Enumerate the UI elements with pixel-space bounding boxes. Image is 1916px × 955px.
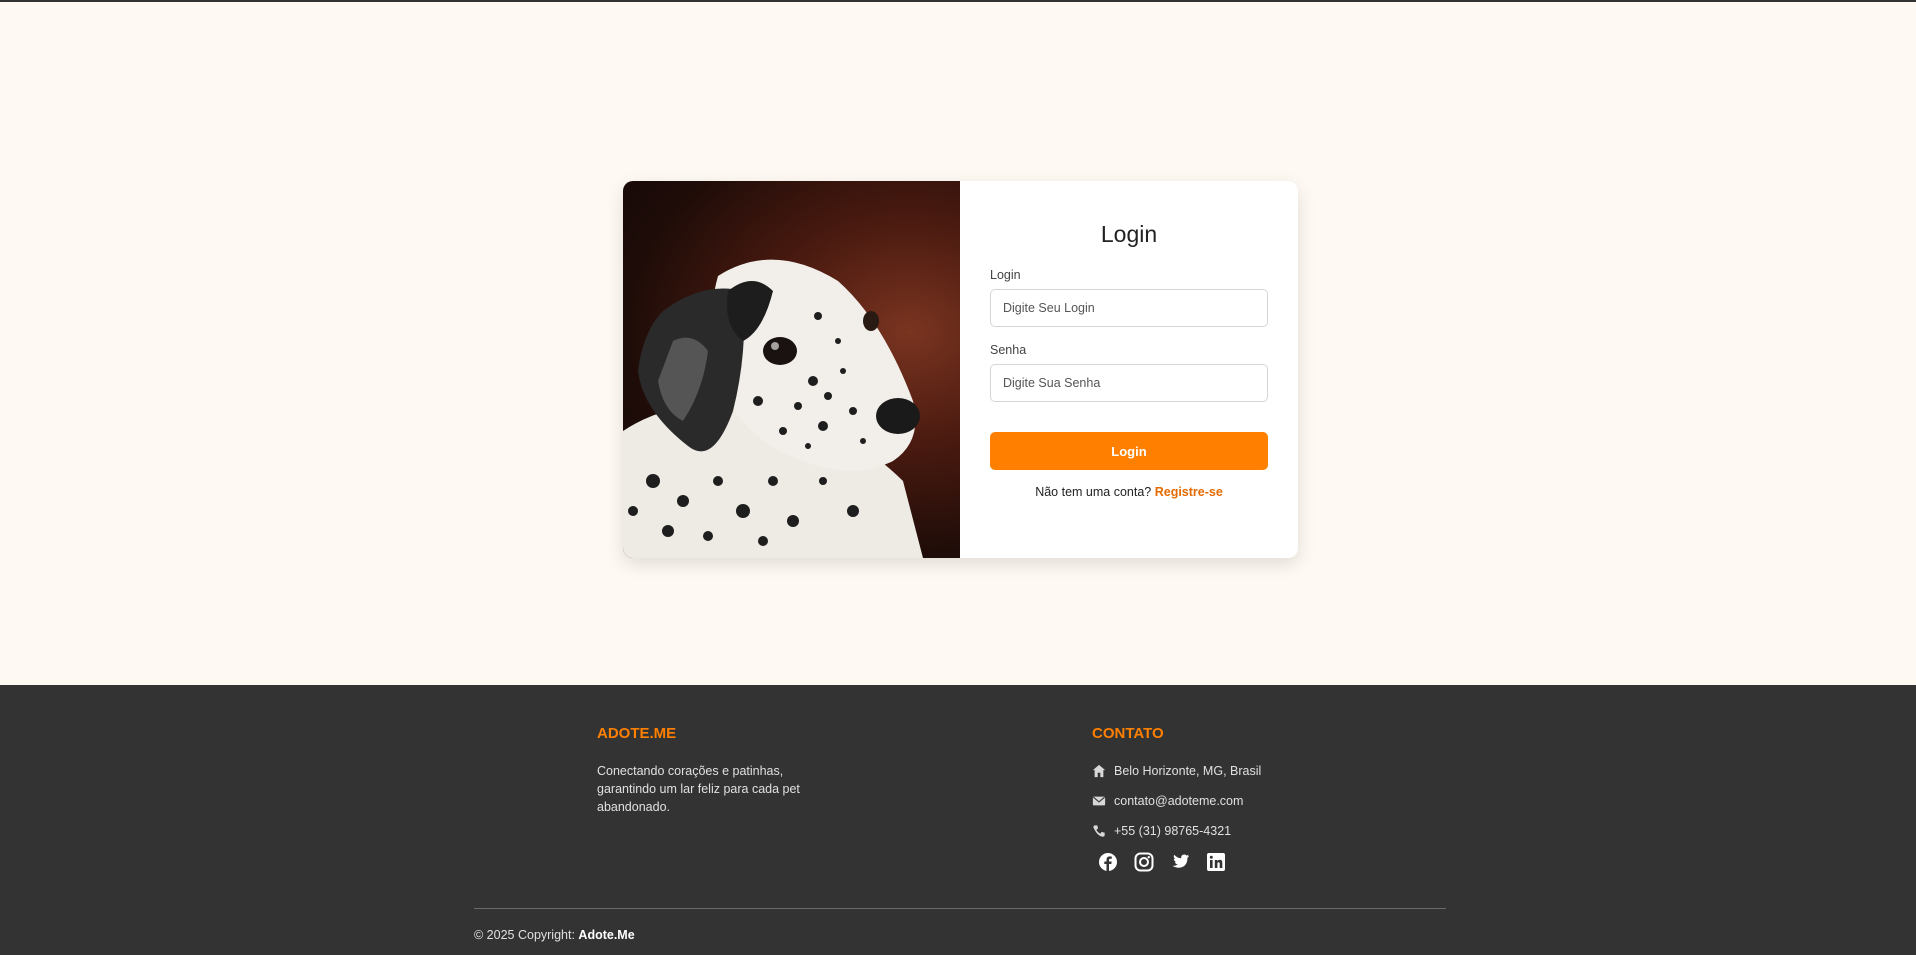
home-icon: [1092, 764, 1106, 778]
copyright: © 2025 Copyright: Adote.Me: [474, 928, 635, 942]
contact-phone-text: +55 (31) 98765-4321: [1114, 824, 1232, 838]
contact-address: Belo Horizonte, MG, Brasil: [1092, 762, 1352, 780]
contact-phone: +55 (31) 98765-4321: [1092, 822, 1352, 840]
no-account-text: Não tem uma conta?: [1035, 485, 1152, 499]
linkedin-icon[interactable]: [1206, 852, 1228, 874]
footer-brand-column: ADOTE.ME Conectando corações e patinhas,…: [597, 725, 817, 816]
contact-address-text: Belo Horizonte, MG, Brasil: [1114, 764, 1262, 778]
contact-email-text: contato@adoteme.com: [1114, 794, 1244, 808]
facebook-icon[interactable]: [1098, 852, 1120, 874]
login-input[interactable]: [990, 289, 1268, 327]
phone-icon: [1092, 824, 1106, 838]
register-prompt: Não tem uma conta? Registre-se: [990, 485, 1268, 499]
password-input[interactable]: [990, 364, 1268, 402]
dalmatian-photo: [623, 181, 960, 558]
login-title: Login: [1100, 221, 1158, 247]
password-field-label: Senha: [990, 343, 1027, 357]
envelope-icon: [1092, 794, 1106, 808]
footer-brand-title: ADOTE.ME: [597, 725, 677, 742]
footer-brand-description: Conectando corações e patinhas, garantin…: [597, 764, 800, 814]
register-link[interactable]: Registre-se: [1155, 485, 1223, 499]
copyright-brand: Adote.Me: [578, 928, 635, 942]
social-links: [1098, 852, 1352, 874]
contact-email: contato@adoteme.com: [1092, 792, 1352, 810]
footer-contact-column: CONTATO Belo Horizonte, MG, Brasil conta…: [1092, 725, 1352, 874]
copyright-prefix: © 2025 Copyright:: [474, 928, 575, 942]
login-field-label: Login: [990, 268, 1021, 282]
footer-divider: [474, 908, 1446, 909]
twitter-icon[interactable]: [1170, 852, 1192, 874]
main-area: Login Login Senha Login Não tem uma cont…: [0, 2, 1916, 683]
login-button[interactable]: Login: [990, 432, 1268, 470]
login-form: Login Login Senha Login Não tem uma cont…: [960, 181, 1298, 558]
site-footer: ADOTE.ME Conectando corações e patinhas,…: [0, 685, 1916, 955]
login-card: Login Login Senha Login Não tem uma cont…: [623, 181, 1298, 558]
footer-contact-title: CONTATO: [1092, 725, 1164, 742]
instagram-icon[interactable]: [1134, 852, 1156, 874]
